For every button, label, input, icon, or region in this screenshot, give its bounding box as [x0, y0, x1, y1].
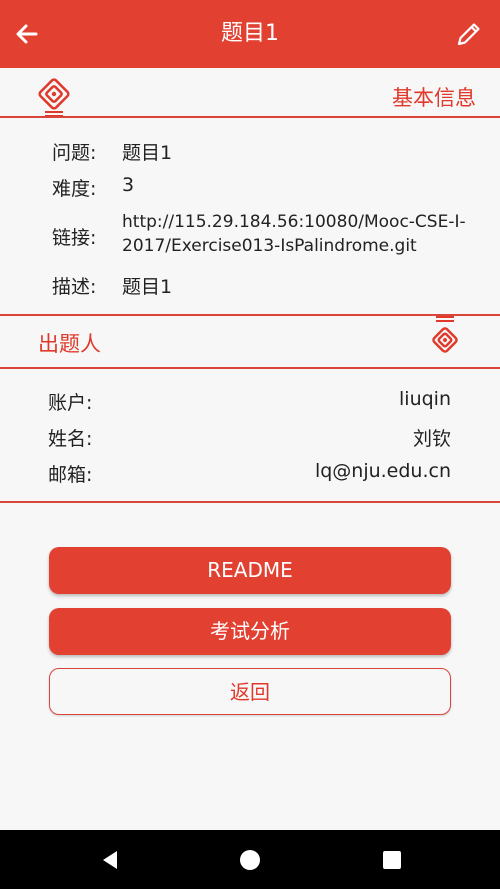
author-title: 出题人: [38, 332, 101, 356]
field-link-label-row: 链接:: [52, 223, 122, 249]
field-account: 账户: liuqin: [48, 388, 451, 414]
triangle-back-icon[interactable]: [98, 848, 122, 872]
app-bar: 题目1: [0, 0, 500, 68]
field-link-value[interactable]: http://115.29.184.56:10080/Mooc-CSE-I-20…: [122, 210, 472, 258]
chinese-knot-icon: [428, 314, 462, 354]
field-name: 姓名: 刘钦: [48, 424, 451, 450]
return-button[interactable]: 返回: [49, 668, 451, 715]
field-value: 3: [122, 174, 135, 196]
readme-button[interactable]: README: [49, 547, 451, 594]
page-title: 题目1: [221, 21, 279, 46]
divider: [0, 116, 500, 118]
field-label: 问题:: [52, 142, 97, 164]
exam-analysis-button[interactable]: 考试分析: [49, 608, 451, 655]
field-label: 账户:: [48, 392, 93, 414]
pencil-icon[interactable]: [454, 19, 484, 49]
field-value: 题目1: [122, 276, 173, 298]
circle-home-icon[interactable]: [238, 848, 262, 872]
field-label: 姓名:: [48, 428, 93, 450]
field-question: 问题: 题目1: [52, 138, 472, 164]
field-value: lq@nju.edu.cn: [314, 460, 451, 482]
field-label: 描述:: [52, 276, 97, 298]
basic-info-title: 基本信息: [392, 86, 476, 110]
field-label: 邮箱:: [48, 464, 93, 486]
field-value: liuqin: [399, 388, 451, 410]
divider: [0, 501, 500, 503]
chinese-knot-icon: [37, 78, 71, 118]
field-label: 链接:: [52, 227, 97, 249]
field-difficulty: 难度: 3: [52, 174, 472, 200]
square-recents-icon[interactable]: [380, 848, 404, 872]
field-label: 难度:: [52, 178, 97, 200]
field-email: 邮箱: lq@nju.edu.cn: [48, 460, 451, 486]
field-value: 题目1: [122, 142, 173, 164]
system-nav-bar: [0, 830, 500, 889]
divider: [0, 314, 500, 316]
field-value: 刘钦: [412, 428, 451, 450]
divider: [0, 367, 500, 369]
field-description: 描述: 题目1: [52, 272, 472, 298]
